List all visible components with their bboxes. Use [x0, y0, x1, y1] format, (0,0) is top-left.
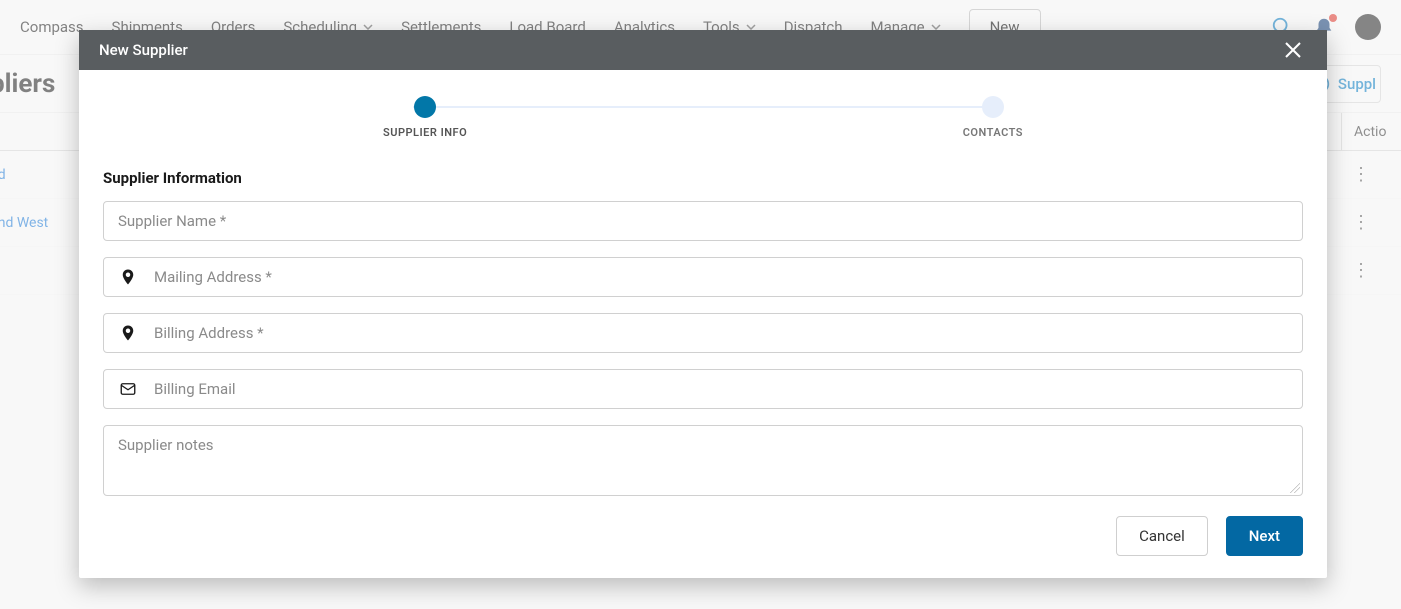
close-button[interactable] [1279, 36, 1307, 64]
modal-body: SUPPLIER INFO CONTACTS Supplier Informat… [79, 70, 1327, 578]
supplier-name-input[interactable] [118, 212, 1288, 230]
stepper: SUPPLIER INFO CONTACTS [103, 90, 1303, 139]
section-title: Supplier Information [103, 169, 1303, 187]
supplier-notes-field[interactable] [103, 425, 1303, 496]
billing-address-field[interactable] [103, 313, 1303, 353]
mail-icon [118, 380, 138, 398]
supplier-name-field[interactable] [103, 201, 1303, 241]
cancel-button[interactable]: Cancel [1116, 516, 1208, 556]
close-icon [1284, 41, 1302, 59]
mailing-address-field[interactable] [103, 257, 1303, 297]
new-supplier-modal: New Supplier SUPPLIER INFO CONTACTS Supp… [79, 30, 1327, 578]
app-root: Compass Shipments Orders Scheduling Sett… [0, 0, 1401, 609]
resize-handle-icon[interactable] [1290, 483, 1300, 493]
location-icon [118, 324, 138, 342]
billing-email-field[interactable] [103, 369, 1303, 409]
step-label: CONTACTS [963, 126, 1023, 139]
modal-header: New Supplier [79, 30, 1327, 70]
location-icon [118, 268, 138, 286]
modal-actions: Cancel Next [103, 516, 1303, 556]
step-supplier-info[interactable]: SUPPLIER INFO [383, 96, 467, 139]
billing-address-input[interactable] [154, 324, 1288, 342]
mailing-address-input[interactable] [154, 268, 1288, 286]
stepper-line [413, 106, 993, 108]
modal-title: New Supplier [99, 41, 188, 59]
next-button[interactable]: Next [1226, 516, 1303, 556]
step-dot [982, 96, 1004, 118]
step-contacts[interactable]: CONTACTS [963, 96, 1023, 139]
billing-email-input[interactable] [154, 380, 1288, 398]
step-label: SUPPLIER INFO [383, 126, 467, 139]
supplier-notes-input[interactable] [118, 436, 1288, 481]
step-dot-active [414, 96, 436, 118]
